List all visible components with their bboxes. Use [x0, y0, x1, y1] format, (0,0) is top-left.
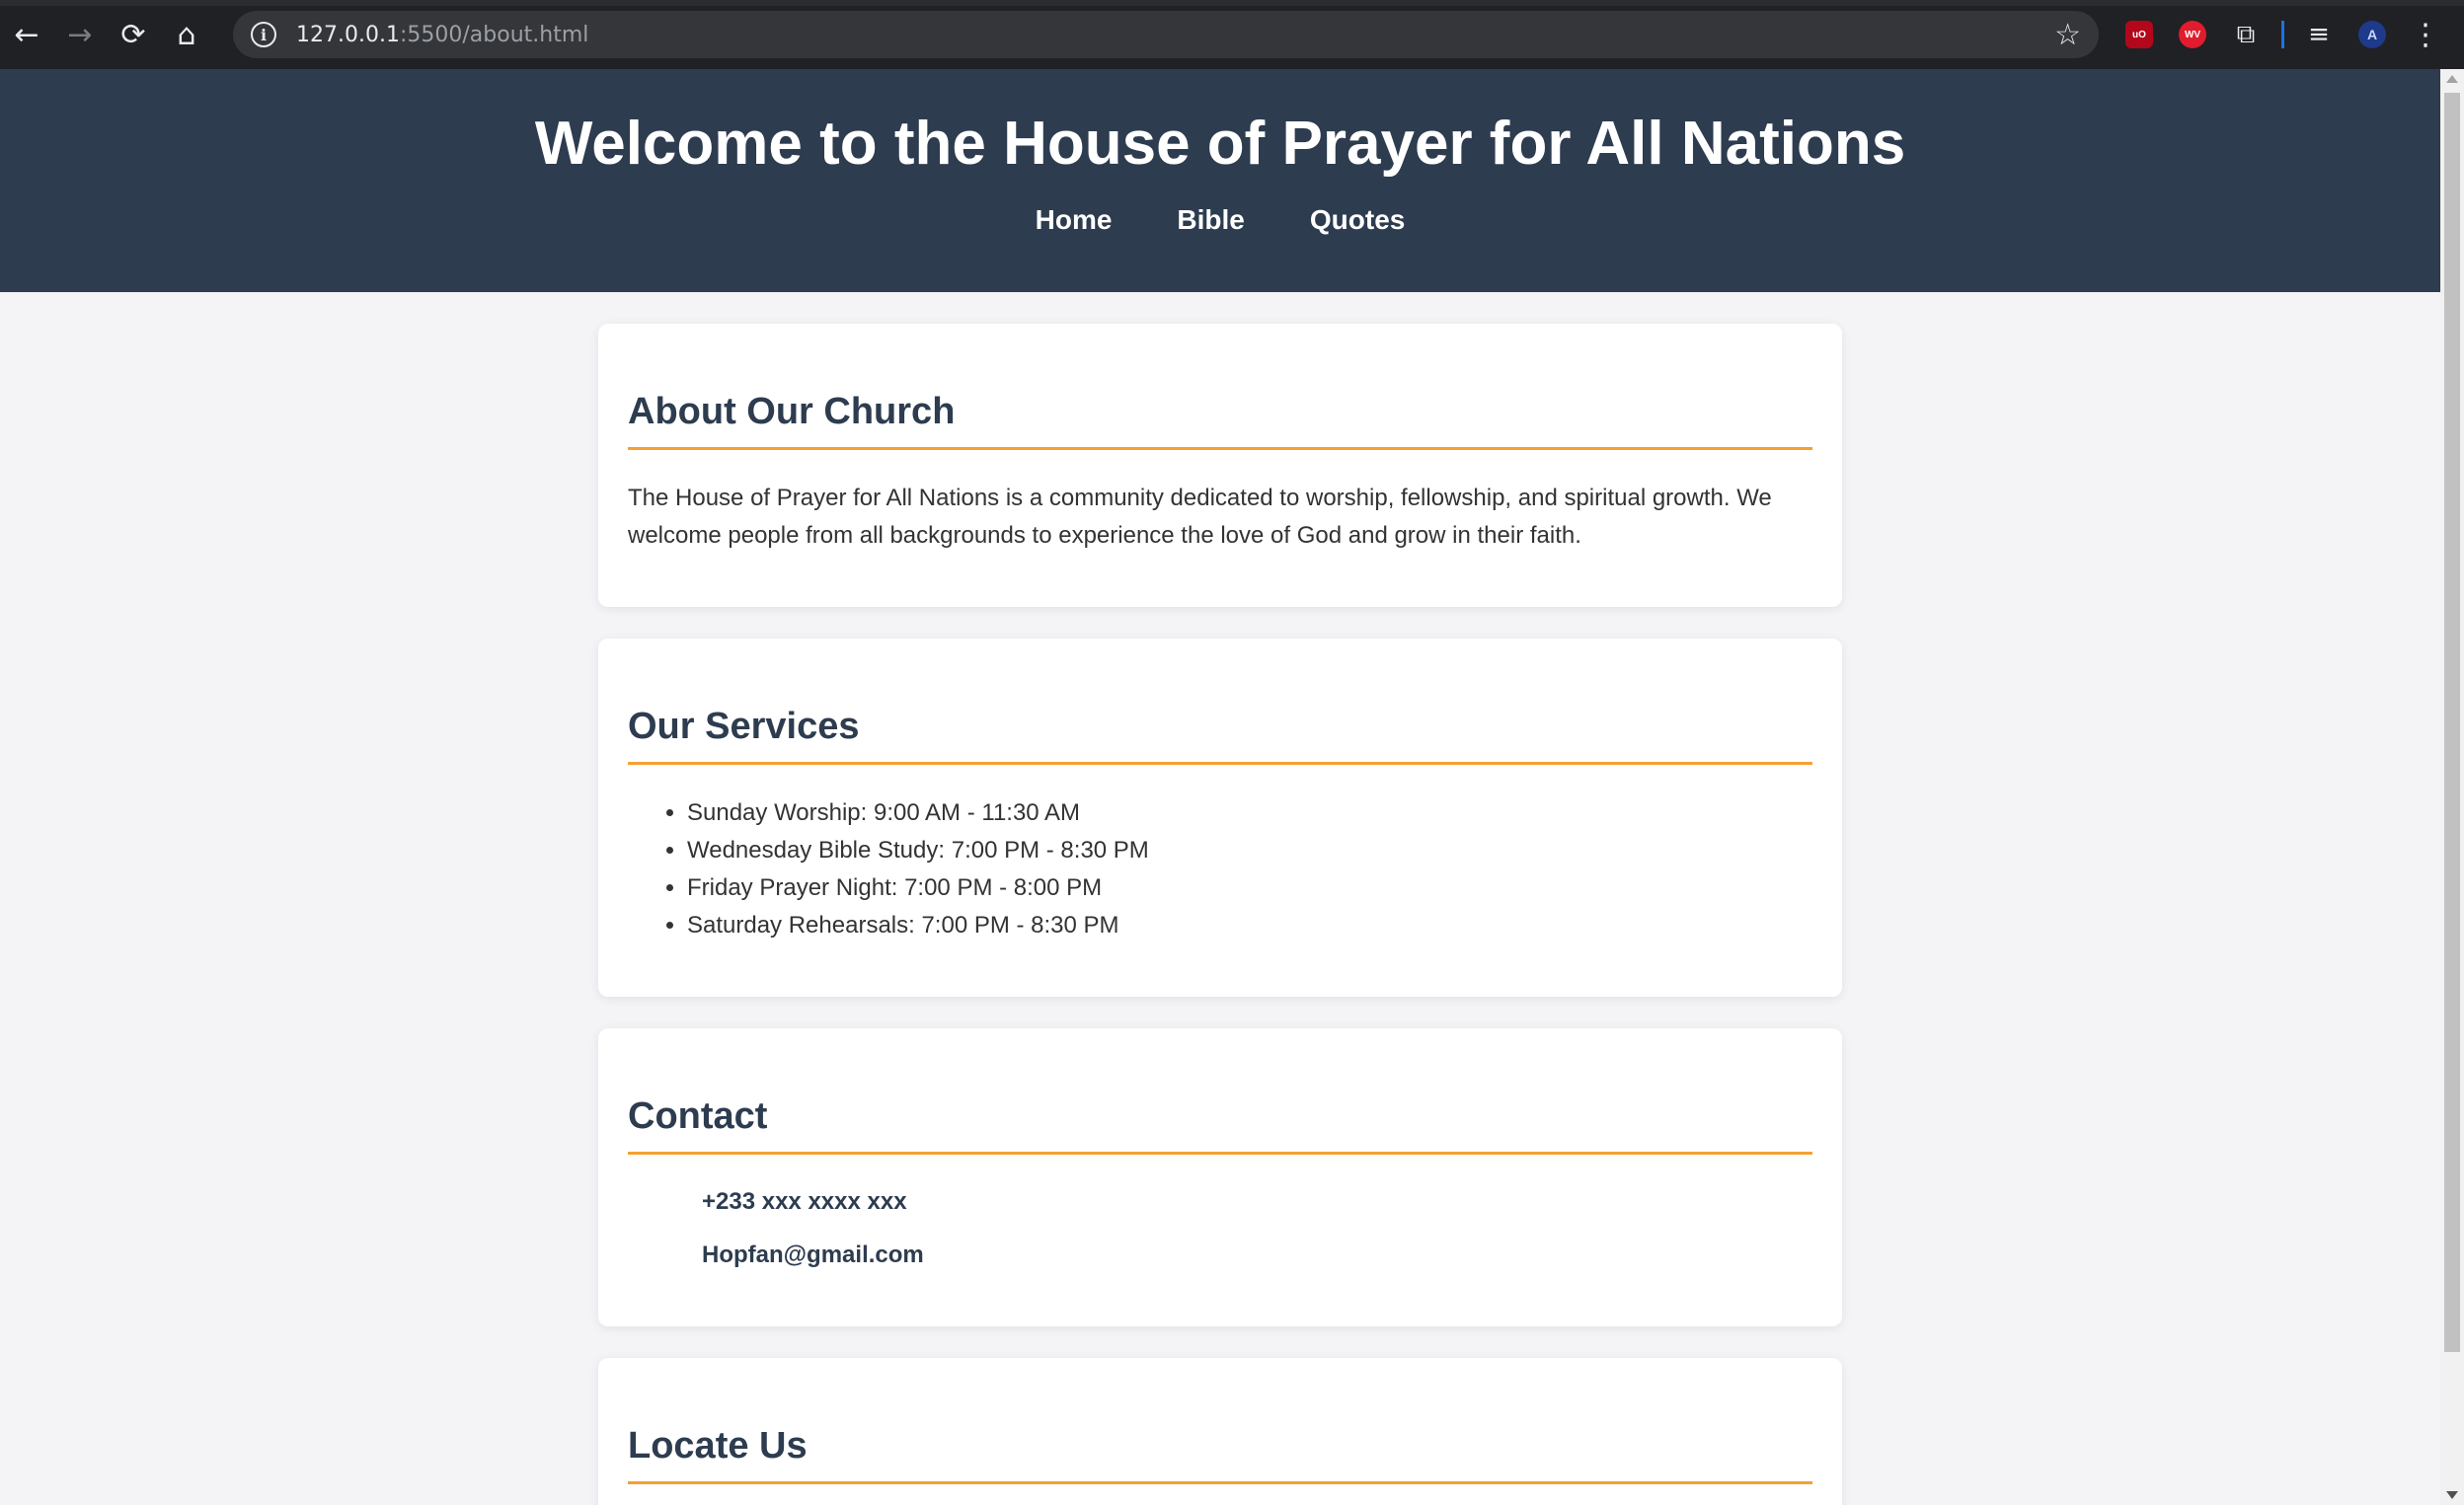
contact-heading: Contact — [628, 1095, 1812, 1155]
services-heading: Our Services — [628, 706, 1812, 765]
url-host: 127.0.0.1 — [296, 22, 400, 47]
scroll-down-arrow-icon[interactable] — [2446, 1491, 2458, 1499]
services-card: Our Services Sunday Worship: 9:00 AM - 1… — [598, 639, 1842, 997]
services-list: Sunday Worship: 9:00 AM - 11:30 AM Wedne… — [628, 794, 1812, 944]
extensions-puzzle-icon[interactable]: ⧉ — [2219, 8, 2272, 61]
contact-phone: +233 xxx xxxx xxx — [702, 1188, 907, 1215]
about-text: The House of Prayer for All Nations is a… — [628, 485, 1772, 549]
page-title: Welcome to the House of Prayer for All N… — [534, 110, 1906, 178]
locate-card: Locate Us — [598, 1358, 1842, 1505]
main-nav: Home Bible Quotes — [0, 204, 2440, 236]
list-item: Friday Prayer Night: 7:00 PM - 8:00 PM — [687, 869, 1812, 907]
nav-link-home[interactable]: Home — [1036, 204, 1113, 236]
list-item: Sunday Worship: 9:00 AM - 11:30 AM — [687, 794, 1812, 832]
extensions-row: uO WV ⧉ ≡ A ⋮ — [2113, 8, 2452, 61]
bookmark-star-icon[interactable]: ☆ — [2054, 18, 2081, 52]
contact-email: Hopfan@gmail.com — [702, 1242, 924, 1268]
contact-card: Contact +233 xxx xxxx xxx Hopfan@gmail.c… — [598, 1028, 1842, 1326]
scrollbar-thumb[interactable] — [2444, 93, 2460, 1352]
ublock-badge: uO — [2125, 21, 2153, 48]
about-heading: About Our Church — [628, 391, 1812, 450]
address-bar[interactable]: i 127.0.0.1:5500/about.html ☆ — [233, 11, 2099, 58]
browser-toolbar: ← → ⟳ ⌂ i 127.0.0.1:5500/about.html ☆ uO… — [0, 0, 2464, 69]
home-icon[interactable]: ⌂ — [160, 8, 213, 61]
nav-link-quotes[interactable]: Quotes — [1310, 204, 1405, 236]
wv-extension-icon[interactable]: WV — [2166, 8, 2219, 61]
reload-icon[interactable]: ⟳ — [107, 8, 160, 61]
site-header: Welcome to the House of Prayer for All N… — [0, 69, 2440, 292]
puzzle-icon: ⧉ — [2236, 19, 2256, 49]
avatar: A — [2358, 21, 2386, 48]
scroll-up-arrow-icon[interactable] — [2446, 75, 2458, 83]
about-card: About Our Church The House of Prayer for… — [598, 324, 1842, 607]
toolbar-divider — [2272, 8, 2292, 61]
forward-icon[interactable]: → — [53, 8, 107, 61]
list-item: Wednesday Bible Study: 7:00 PM - 8:30 PM — [687, 832, 1812, 869]
media-controls-icon[interactable]: ≡ — [2292, 8, 2346, 61]
profile-avatar-icon[interactable]: A — [2346, 8, 2399, 61]
media-icon: ≡ — [2308, 20, 2330, 49]
url-text[interactable]: 127.0.0.1:5500/about.html — [296, 23, 588, 47]
url-path: :5500/about.html — [399, 22, 589, 47]
nav-link-bible[interactable]: Bible — [1177, 204, 1244, 236]
locate-heading: Locate Us — [628, 1425, 1812, 1484]
wv-badge: WV — [2179, 21, 2206, 48]
list-item: Saturday Rehearsals: 7:00 PM - 8:30 PM — [687, 907, 1812, 944]
page-scrollbar[interactable] — [2440, 69, 2464, 1505]
back-icon[interactable]: ← — [0, 8, 53, 61]
ublock-extension-icon[interactable]: uO — [2113, 8, 2166, 61]
site-info-icon[interactable]: i — [251, 22, 276, 47]
kebab-menu-icon: ⋮ — [2411, 17, 2440, 52]
tab-strip-edge — [0, 0, 2464, 6]
browser-menu-icon[interactable]: ⋮ — [2399, 8, 2452, 61]
